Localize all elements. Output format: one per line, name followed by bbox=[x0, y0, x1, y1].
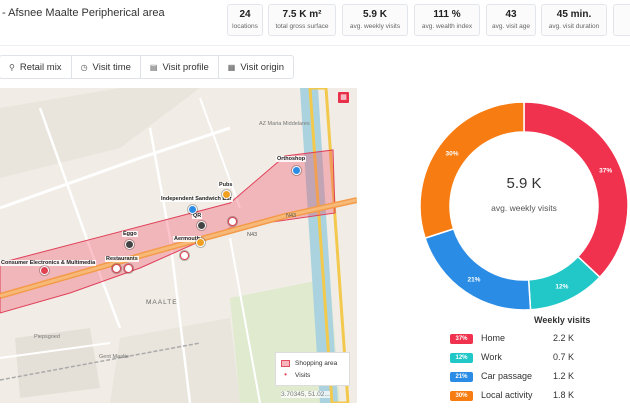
stat-label: avg. visit age bbox=[492, 23, 530, 30]
tab-visit-time[interactable]: ◷ Visit time bbox=[72, 56, 141, 78]
poi-marker[interactable] bbox=[124, 264, 133, 273]
map-marker-icon: ⚲ bbox=[9, 62, 15, 72]
tab-visit-profile[interactable]: ▤ Visit profile bbox=[141, 56, 219, 78]
pct-badge: 21% bbox=[450, 372, 473, 382]
stat-label: avg. visit duration bbox=[548, 23, 600, 30]
poi-marker[interactable] bbox=[112, 264, 121, 273]
poi-label: Pubs bbox=[218, 182, 234, 188]
donut-slice-label: 30% bbox=[445, 151, 458, 158]
stat-label: locations bbox=[232, 23, 258, 30]
street-label: Piepsgoed bbox=[34, 334, 60, 340]
street-label: MAALTE bbox=[146, 299, 178, 306]
tab-label: Visit time bbox=[92, 61, 131, 73]
bar-chart-icon: ▤ bbox=[149, 62, 158, 72]
tab-retail-mix[interactable]: ⚲ Retail mix bbox=[0, 56, 72, 78]
weekly-visits-row-local-activity: 30% Local activity 1.8 K bbox=[450, 389, 630, 403]
poi-label: Consumer Electronics & Multimedia bbox=[0, 260, 97, 266]
donut-center-label: avg. weekly visits bbox=[491, 203, 557, 213]
weekly-visits-title: Weekly visits bbox=[534, 315, 591, 325]
poi-marker[interactable] bbox=[125, 240, 134, 249]
visit-dot-icon: • bbox=[284, 370, 287, 379]
row-value: 1.2 K bbox=[553, 371, 575, 381]
poi-marker[interactable] bbox=[197, 221, 206, 230]
donut-slice-label: 37% bbox=[599, 168, 612, 175]
donut-slice-label: 12% bbox=[555, 284, 568, 291]
donut-center-value: 5.9 K bbox=[506, 175, 542, 192]
poi-label: Orthoshop bbox=[276, 156, 307, 162]
stat-value: 5.9 K bbox=[363, 9, 387, 20]
poi-marker[interactable] bbox=[222, 190, 231, 199]
tab-label: Retail mix bbox=[19, 61, 62, 73]
row-label: Local activity bbox=[481, 390, 533, 400]
legend-row: Shopping area bbox=[281, 357, 344, 369]
map-icon: ▦ bbox=[227, 62, 236, 72]
row-label: Home bbox=[481, 333, 506, 343]
poi-label: Restaurants bbox=[105, 256, 139, 262]
shopping-area-swatch bbox=[281, 359, 290, 367]
stat-label: avg. weekly visits bbox=[349, 23, 401, 30]
poi-marker[interactable] bbox=[40, 266, 49, 275]
pct-badge: 37% bbox=[450, 334, 473, 344]
page-title: - Afsnee Maalte Peripherical area bbox=[2, 7, 165, 19]
tab-visit-origin[interactable]: ▦ Visit origin bbox=[219, 56, 293, 78]
stat-label: total gross surface bbox=[275, 23, 329, 30]
row-value: 1.8 K bbox=[553, 390, 575, 400]
pct-badge: 12% bbox=[450, 353, 473, 363]
map-legend: Shopping area • Visits bbox=[275, 352, 350, 386]
stat-visit-duration: 45 min. avg. visit duration bbox=[541, 4, 607, 36]
stat-label: avg. wealth index bbox=[421, 23, 473, 30]
header-bar: - Afsnee Maalte Peripherical area 24 loc… bbox=[0, 0, 630, 46]
street-label: N43 bbox=[286, 213, 297, 219]
poi-marker[interactable] bbox=[188, 205, 197, 214]
tab-label: Visit origin bbox=[240, 61, 284, 73]
street-label: Gent Maalte bbox=[99, 354, 129, 360]
legend-row: • Visits bbox=[281, 369, 344, 381]
map-coordinates: 3.70345, 51.02... bbox=[281, 391, 330, 398]
stat-value: 45 min. bbox=[556, 9, 592, 20]
poi-marker[interactable] bbox=[180, 251, 189, 260]
row-value: 2.2 K bbox=[553, 333, 575, 343]
clock-icon: ◷ bbox=[80, 62, 88, 72]
poi-marker[interactable] bbox=[292, 166, 301, 175]
legend-label: Visits bbox=[295, 371, 311, 379]
poi-label: QR bbox=[192, 213, 203, 219]
map-layer-toggle[interactable]: ▦ bbox=[338, 92, 349, 103]
stat-wealth-index: 111 % avg. wealth index bbox=[414, 4, 480, 36]
pct-badge: 30% bbox=[450, 391, 473, 401]
stat-overflow bbox=[613, 4, 630, 36]
donut-chart: 37% 12% 21% 30% 5.9 K avg. weekly visits bbox=[418, 100, 630, 312]
row-label: Work bbox=[481, 352, 502, 362]
poi-marker[interactable] bbox=[196, 238, 205, 247]
donut-slice-local-activity[interactable] bbox=[419, 101, 525, 240]
stat-gross-surface: 7.5 K m² total gross surface bbox=[268, 4, 336, 36]
stat-locations: 24 locations bbox=[227, 4, 263, 36]
row-value: 0.7 K bbox=[553, 352, 575, 362]
tab-label: Visit profile bbox=[162, 61, 209, 73]
weekly-visits-row-home: 37% Home 2.2 K bbox=[450, 332, 630, 346]
map-view[interactable]: ▦ AZ Maria Middelares N43 N43 MAALTE Gen… bbox=[0, 88, 357, 403]
stat-value: 7.5 K m² bbox=[282, 9, 322, 20]
stat-weekly-visits: 5.9 K avg. weekly visits bbox=[342, 4, 408, 36]
stat-value: 24 bbox=[239, 9, 251, 20]
legend-label: Shopping area bbox=[295, 359, 338, 367]
stat-visit-age: 43 avg. visit age bbox=[486, 4, 536, 36]
poi-marker[interactable] bbox=[228, 217, 237, 226]
street-label: N43 bbox=[247, 232, 258, 238]
weekly-visits-row-work: 12% Work 0.7 K bbox=[450, 351, 630, 365]
poi-label: Eggo bbox=[122, 231, 138, 237]
weekly-visits-row-car-passage: 21% Car passage 1.2 K bbox=[450, 370, 630, 384]
street-label: AZ Maria Middelares bbox=[259, 121, 310, 127]
donut-slice-label: 21% bbox=[467, 277, 480, 284]
donut-slice-car-passage[interactable] bbox=[424, 227, 532, 311]
tab-bar: ⚲ Retail mix ◷ Visit time ▤ Visit profil… bbox=[0, 55, 294, 79]
stat-value: 111 % bbox=[433, 9, 461, 20]
row-label: Car passage bbox=[481, 371, 533, 381]
stat-value: 43 bbox=[505, 9, 517, 20]
